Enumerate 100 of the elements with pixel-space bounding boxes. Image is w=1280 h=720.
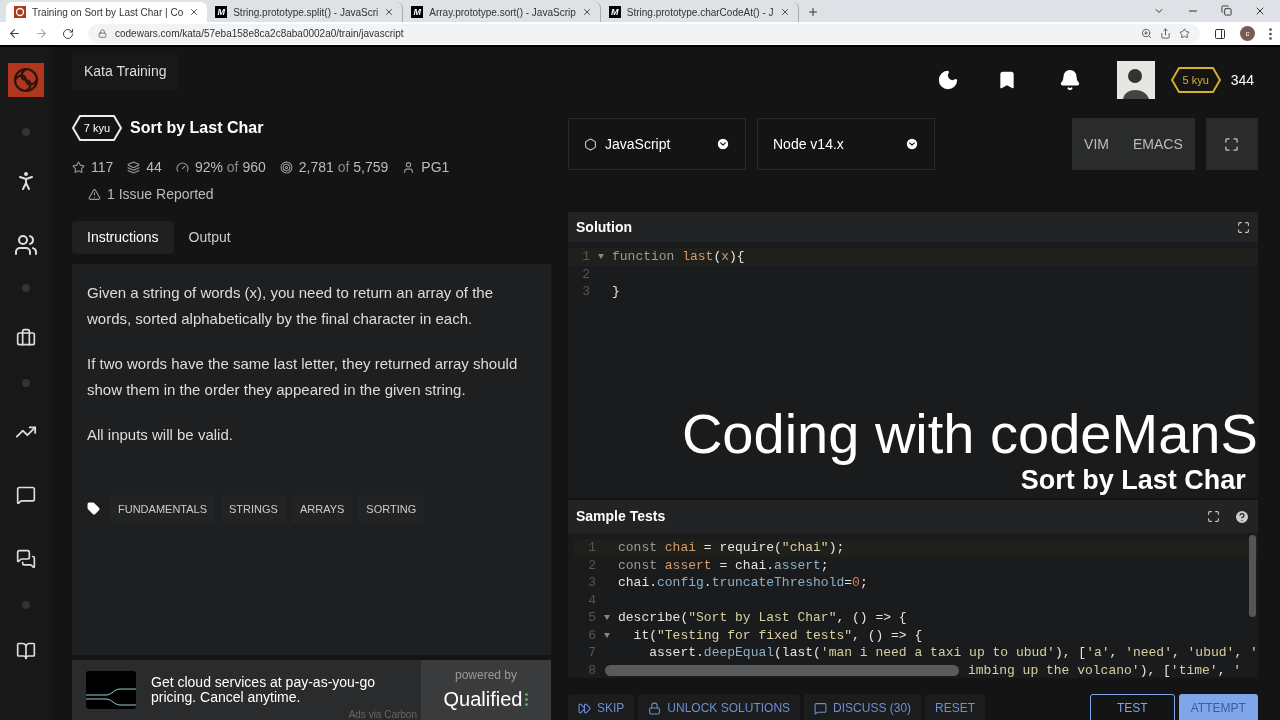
site-icon: M xyxy=(411,6,424,18)
expand-icon[interactable] xyxy=(1236,220,1250,234)
action-button[interactable]: DISCUSS (30) xyxy=(804,694,922,720)
brand-logo[interactable]: Qualified xyxy=(443,684,523,714)
panel-title: Sample Tests xyxy=(576,507,667,526)
select-dropdown[interactable]: Node v14.x xyxy=(757,118,935,170)
line-number: 3 xyxy=(587,574,596,592)
spiral-logo-icon xyxy=(14,6,26,18)
kata-title: Sort by Last Char xyxy=(130,118,264,138)
side-panel-icon[interactable] xyxy=(1214,27,1226,40)
ad-image xyxy=(86,671,136,709)
target-icon xyxy=(279,161,293,174)
new-tab-icon[interactable] xyxy=(806,6,819,18)
menu-icon[interactable] xyxy=(1269,27,1272,40)
code-line: function last(x){ xyxy=(612,248,745,266)
instruction-paragraph: Given a string of words (x), you need to return an array of the words, sorted alphabetically by the final character in each. xyxy=(87,283,495,329)
stat-value: 92% of 960 xyxy=(194,158,266,177)
close-icon[interactable] xyxy=(1254,5,1266,17)
url-field[interactable]: codewars.com/kata/57eba158e8ca2c8aba0002a0/train/javascript xyxy=(88,23,1200,44)
site-icon: M xyxy=(608,6,621,18)
powered-by-label: powered by xyxy=(454,667,517,684)
section-title: Kata Training xyxy=(72,52,179,90)
fast-forward-icon xyxy=(578,701,591,715)
chat-icon[interactable] xyxy=(16,485,36,505)
tag-icon xyxy=(87,502,100,516)
close-icon[interactable] xyxy=(581,7,592,17)
code-line: imbing up the volcano'), ['time', ' xyxy=(968,661,1242,678)
panel-tab[interactable]: Instructions xyxy=(72,221,174,254)
action-button[interactable]: RESET xyxy=(925,694,986,720)
chevron-icon xyxy=(716,137,730,151)
code-line: const chai = require("chai"); xyxy=(618,539,845,557)
warning-icon xyxy=(88,188,101,201)
mode-button[interactable]: VIM xyxy=(1072,118,1121,170)
line-number: 3 xyxy=(581,283,590,301)
rank-badge: 5 kyu xyxy=(1170,67,1221,93)
fold-arrow-icon[interactable] xyxy=(604,632,610,638)
code-line: describe("Sort by Last Char", () => { xyxy=(618,609,907,627)
reload-icon[interactable] xyxy=(62,27,74,40)
scrollbar-thumb[interactable] xyxy=(605,664,959,676)
layers-icon xyxy=(127,161,141,174)
ad-text[interactable]: Get cloud services at pay-as-you-go pricing. Cancel anytime. xyxy=(151,675,421,705)
zoom-icon[interactable] xyxy=(1141,28,1152,39)
browser-tab[interactable]: Training on Sort by Last Char | Co xyxy=(6,2,208,22)
back-icon[interactable] xyxy=(8,27,21,40)
profile-avatar[interactable]: c xyxy=(1240,26,1255,41)
action-button[interactable]: SKIP xyxy=(568,694,635,720)
tag-chip[interactable]: STRINGS xyxy=(221,494,286,523)
book-icon[interactable] xyxy=(16,641,36,661)
line-number: 1 xyxy=(587,539,596,557)
action-button[interactable]: UNLOCK SOLUTIONS xyxy=(638,694,801,720)
instruction-paragraph: All inputs will be valid. xyxy=(87,425,234,445)
rank-badge: 7 kyu xyxy=(72,115,122,141)
instruction-paragraph: If two words have the same last letter, they returned array should show them in the order they appeared in the given string. xyxy=(87,354,519,400)
site-icon: M xyxy=(215,6,228,18)
line-number: 2 xyxy=(581,265,590,283)
line-number: 4 xyxy=(587,591,596,609)
select-dropdown[interactable]: JavaScript xyxy=(568,118,746,170)
stat-value: 44 xyxy=(146,158,162,177)
line-number: 2 xyxy=(587,556,596,574)
code-line: assert.deepEqual(last('man i need a taxi up to ubud'), ['a', 'need', 'ubud', ' xyxy=(648,644,1258,662)
close-icon[interactable] xyxy=(779,7,790,17)
fold-arrow-icon[interactable] xyxy=(604,615,610,621)
spiral-logo-icon[interactable] xyxy=(8,63,44,97)
expand-icon[interactable] xyxy=(1206,510,1220,523)
messages-icon[interactable] xyxy=(16,549,36,569)
close-icon[interactable] xyxy=(189,7,200,17)
panel-tab[interactable]: Output xyxy=(173,221,246,254)
honor-count: 344 xyxy=(1230,70,1254,90)
code-line: } xyxy=(612,283,620,301)
code-editor[interactable] xyxy=(568,533,1258,678)
moon-icon[interactable] xyxy=(936,69,959,91)
dots-icon xyxy=(525,692,529,706)
close-icon[interactable] xyxy=(384,7,395,17)
mode-button[interactable]: EMACS xyxy=(1121,118,1195,170)
stat-value: 2,781 of 5,759 xyxy=(298,158,389,177)
tag-chip[interactable]: ARRAYS xyxy=(291,494,353,523)
bookmark-star-icon[interactable] xyxy=(1179,28,1190,39)
action-button[interactable]: TEST xyxy=(1090,694,1175,720)
expand-icon xyxy=(1224,136,1240,152)
gauge-icon xyxy=(175,161,189,174)
comment-icon xyxy=(814,701,828,715)
help-icon[interactable] xyxy=(1233,508,1250,525)
tag-chip[interactable]: SORTING xyxy=(358,494,425,523)
line-number: 7 xyxy=(587,644,596,662)
issues-link[interactable]: 1 Issue Reported xyxy=(107,184,214,205)
tag-chip[interactable]: FUNDAMENTALS xyxy=(110,494,216,523)
line-number: 1 xyxy=(581,248,590,266)
fold-arrow-icon[interactable] xyxy=(598,254,604,260)
people-icon[interactable] xyxy=(14,233,38,257)
briefcase-icon[interactable] xyxy=(16,328,36,348)
stat-value: PG1 xyxy=(421,158,450,177)
scrollbar-thumb[interactable] xyxy=(1248,535,1256,617)
avatar[interactable] xyxy=(1116,61,1155,99)
lock-icon xyxy=(98,29,107,38)
restore-icon[interactable] xyxy=(1221,5,1232,16)
bell-icon[interactable] xyxy=(1058,69,1081,91)
code-line: it("Testing for fixed tests", () => { xyxy=(632,626,923,644)
lock-icon xyxy=(648,701,662,715)
panel-title: Solution xyxy=(576,217,633,237)
share-icon[interactable] xyxy=(1160,28,1171,39)
